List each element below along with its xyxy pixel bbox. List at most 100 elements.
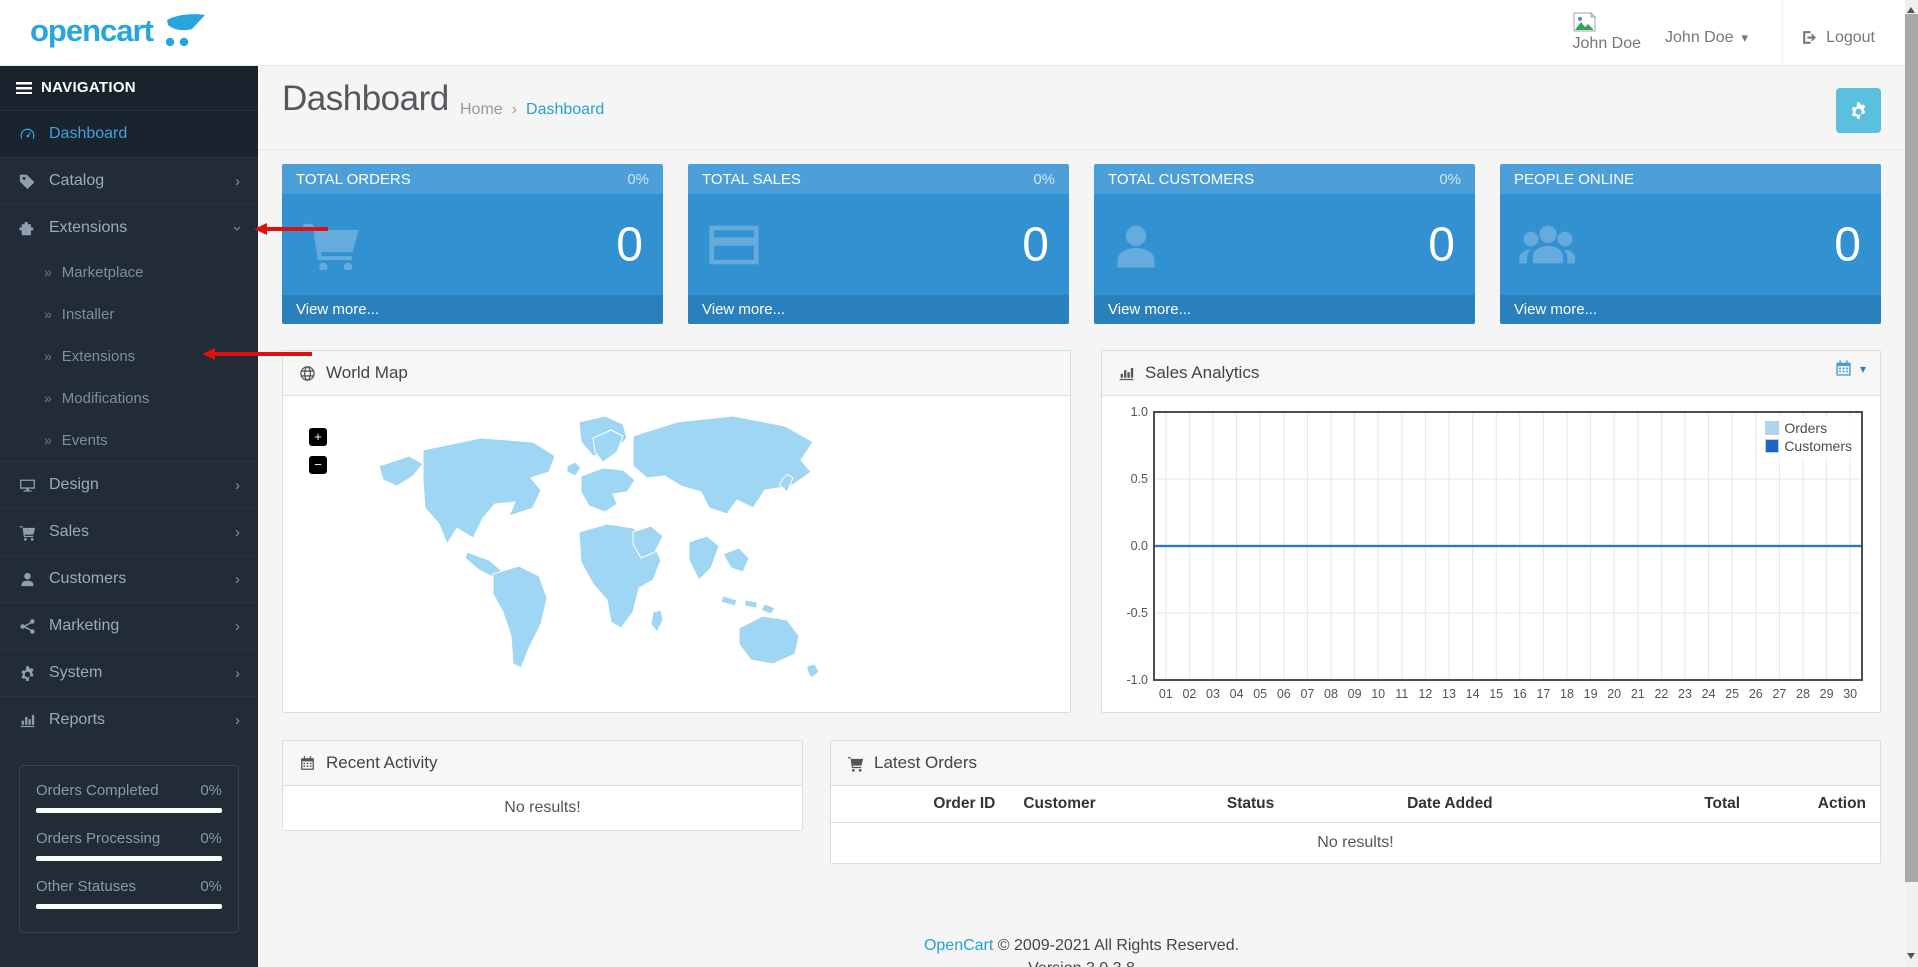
annotation-arrow-extensions-menu xyxy=(261,227,328,231)
annotation-arrow-extensions-submenu xyxy=(209,352,312,356)
svg-text:0.5: 0.5 xyxy=(1131,472,1148,486)
breadcrumb-home-link[interactable]: Home xyxy=(460,101,503,119)
world-map-panel: World Map xyxy=(282,350,1071,713)
card-total-sales: TOTAL SALES 0% 0 View more... xyxy=(688,164,1069,324)
legend-label: Customers xyxy=(1784,438,1852,454)
stat-cards-row: TOTAL ORDERS 0% 0 View more... TOTAL SAL… xyxy=(282,164,1881,324)
svg-text:28: 28 xyxy=(1796,687,1810,701)
double-chevron-icon: » xyxy=(44,306,52,322)
sidebar-subitem-marketplace[interactable]: » Marketplace xyxy=(0,251,258,293)
nav-title: NAVIGATION xyxy=(41,79,136,96)
sidebar-item-customers[interactable]: Customers xyxy=(0,555,258,602)
sidebar-subitem-extensions[interactable]: » Extensions xyxy=(0,335,258,377)
header-divider xyxy=(1782,0,1783,65)
progress-bar xyxy=(36,904,222,909)
sales-chart: 0102030405060708091011121314151617181920… xyxy=(1114,404,1868,710)
dashboard-settings-button[interactable] xyxy=(1836,88,1881,133)
sidebar-item-label: Design xyxy=(49,476,99,494)
sidebar-subitem-label: Marketplace xyxy=(62,264,144,281)
chevron-right-icon xyxy=(235,478,240,493)
breadcrumb-separator xyxy=(512,101,517,119)
scrollbar-thumb[interactable] xyxy=(1905,14,1918,882)
date-range-dropdown[interactable] xyxy=(1834,359,1866,378)
stat-row: Orders Completed 0% xyxy=(36,782,222,799)
sidebar: NAVIGATION Dashboard Catalog Extensions … xyxy=(0,65,258,967)
opencart-logo[interactable]: opencart xyxy=(30,12,207,50)
scrollbar-down-arrow-icon[interactable] xyxy=(1907,953,1915,963)
sidebar-item-marketing[interactable]: Marketing xyxy=(0,602,258,649)
svg-text:12: 12 xyxy=(1418,687,1432,701)
svg-text:14: 14 xyxy=(1466,687,1480,701)
card-header: TOTAL SALES 0% xyxy=(688,164,1069,194)
sidebar-item-catalog[interactable]: Catalog xyxy=(0,157,258,204)
svg-text:15: 15 xyxy=(1489,687,1503,701)
latest-orders-table: Order ID Customer Status Date Added Tota… xyxy=(831,786,1880,863)
legend-entry: Customers xyxy=(1765,438,1852,454)
table-empty-row: No results! xyxy=(831,823,1880,864)
hamburger-icon[interactable] xyxy=(16,82,32,94)
logout-icon xyxy=(1801,29,1818,46)
globe-icon xyxy=(299,365,316,382)
opencart-footer-link[interactable]: OpenCart xyxy=(924,937,993,954)
map-zoom-in-button[interactable]: + xyxy=(309,428,327,446)
scrollbar-up-arrow-icon[interactable] xyxy=(1907,3,1915,13)
panel-title: Latest Orders xyxy=(874,753,977,773)
chart-legend: Orders Customers xyxy=(1761,416,1856,458)
logout-button[interactable]: Logout xyxy=(1801,29,1875,47)
page-scrollbar[interactable] xyxy=(1905,0,1918,967)
sidebar-item-label: Dashboard xyxy=(49,125,127,143)
svg-text:07: 07 xyxy=(1300,687,1314,701)
sidebar-item-system[interactable]: System xyxy=(0,649,258,696)
svg-text:05: 05 xyxy=(1253,687,1267,701)
view-more-link[interactable]: View more... xyxy=(1094,295,1475,324)
view-more-link[interactable]: View more... xyxy=(282,295,663,324)
sidebar-subitem-modifications[interactable]: » Modifications xyxy=(0,377,258,419)
card-percent: 0% xyxy=(627,171,649,188)
sidebar-item-label: System xyxy=(49,664,102,682)
view-more-link[interactable]: View more... xyxy=(688,295,1069,324)
card-title: TOTAL SALES xyxy=(702,171,801,188)
sidebar-item-sales[interactable]: Sales xyxy=(0,508,258,555)
page-title: Dashboard xyxy=(282,79,449,119)
users-icon xyxy=(1518,220,1578,270)
card-body: 0 xyxy=(1500,194,1881,295)
legend-entry: Orders xyxy=(1765,420,1852,436)
svg-text:01: 01 xyxy=(1159,687,1173,701)
svg-text:08: 08 xyxy=(1324,687,1338,701)
view-more-link[interactable]: View more... xyxy=(1500,295,1881,324)
broken-image-icon xyxy=(1573,12,1597,32)
svg-text:0.0: 0.0 xyxy=(1131,539,1148,553)
world-map-graphic[interactable] xyxy=(371,414,841,700)
sidebar-item-reports[interactable]: Reports xyxy=(0,696,258,743)
sidebar-subitem-events[interactable]: » Events xyxy=(0,419,258,461)
world-map-body: + − xyxy=(283,396,1070,712)
svg-text:20: 20 xyxy=(1607,687,1621,701)
chevron-right-icon xyxy=(235,713,240,728)
card-value: 0 xyxy=(1022,217,1049,272)
chevron-down-icon xyxy=(230,226,245,231)
card-total-orders: TOTAL ORDERS 0% 0 View more... xyxy=(282,164,663,324)
map-zoom-out-button[interactable]: − xyxy=(309,456,327,474)
svg-text:22: 22 xyxy=(1654,687,1668,701)
puzzle-icon xyxy=(18,220,36,237)
sidebar-item-extensions[interactable]: Extensions xyxy=(0,204,258,251)
sidebar-item-label: Reports xyxy=(49,711,105,729)
sidebar-item-label: Marketing xyxy=(49,617,119,635)
sidebar-subitem-label: Events xyxy=(62,432,108,449)
column-status: Status xyxy=(1167,786,1335,823)
sidebar-item-dashboard[interactable]: Dashboard xyxy=(0,110,258,157)
svg-text:16: 16 xyxy=(1513,687,1527,701)
chart-container: 0102030405060708091011121314151617181920… xyxy=(1102,396,1880,710)
svg-text:1.0: 1.0 xyxy=(1131,405,1148,419)
bar-chart-icon xyxy=(1118,365,1135,382)
card-people-online: PEOPLE ONLINE 0 View more... xyxy=(1500,164,1881,324)
stat-value: 0% xyxy=(200,830,222,847)
sidebar-subitem-installer[interactable]: » Installer xyxy=(0,293,258,335)
user-dropdown[interactable]: John Doe xyxy=(1655,23,1758,53)
card-title: TOTAL CUSTOMERS xyxy=(1108,171,1254,188)
breadcrumb-current-link[interactable]: Dashboard xyxy=(526,101,604,119)
svg-text:23: 23 xyxy=(1678,687,1692,701)
sidebar-item-design[interactable]: Design xyxy=(0,461,258,508)
chevron-right-icon xyxy=(235,174,240,189)
progress-bar xyxy=(36,808,222,813)
